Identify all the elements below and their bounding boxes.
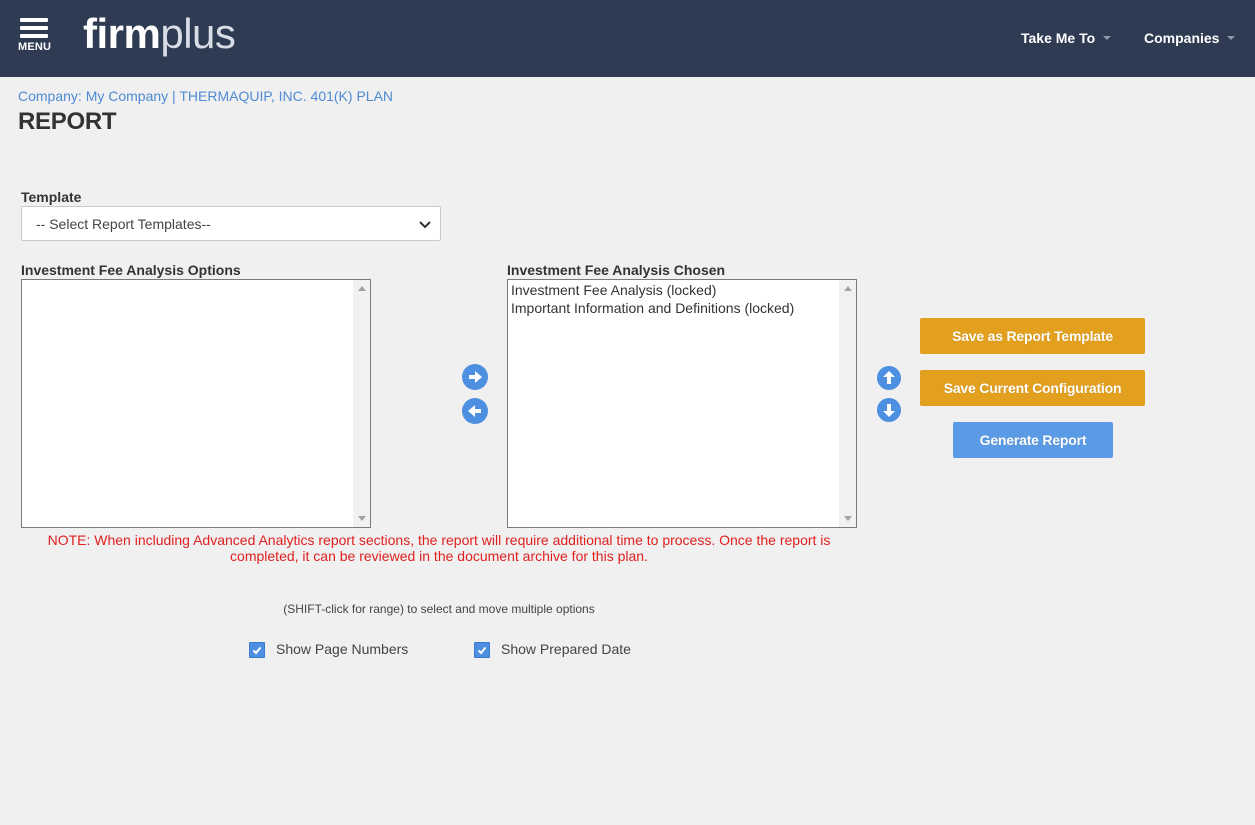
scroll-up-icon[interactable] (358, 286, 366, 291)
save-current-configuration-button[interactable]: Save Current Configuration (920, 370, 1145, 406)
generate-report-button[interactable]: Generate Report (953, 422, 1113, 458)
chosen-scrollbar[interactable] (839, 280, 856, 527)
chosen-listbox[interactable]: Investment Fee Analysis (locked) Importa… (507, 279, 857, 528)
logo-secondary: plus (160, 10, 236, 57)
move-right-button[interactable] (462, 364, 488, 390)
save-as-report-template-button[interactable]: Save as Report Template (920, 318, 1145, 354)
template-label: Template (21, 189, 82, 205)
options-scrollbar[interactable] (353, 280, 370, 527)
caret-down-icon (1227, 36, 1236, 41)
arrow-right-icon (469, 371, 482, 383)
list-item[interactable]: Important Information and Definitions (l… (509, 299, 794, 317)
template-select-value: -- Select Report Templates-- (36, 216, 211, 232)
scroll-down-icon[interactable] (358, 516, 366, 521)
arrow-up-icon (883, 371, 895, 384)
firmplus-logo[interactable]: firmplus (83, 8, 236, 60)
move-down-button[interactable] (877, 398, 901, 422)
chevron-down-icon (419, 221, 431, 229)
scroll-down-icon[interactable] (844, 516, 852, 521)
show-prepared-date-checkbox[interactable] (474, 642, 490, 658)
show-page-numbers-label[interactable]: Show Page Numbers (276, 641, 408, 657)
logo-primary: firm (83, 10, 161, 57)
page-title: REPORT (18, 108, 117, 135)
multi-select-hint: (SHIFT-click for range) to select and mo… (283, 602, 595, 616)
chosen-items: Investment Fee Analysis (locked) Importa… (509, 281, 794, 317)
show-page-numbers-checkbox[interactable] (249, 642, 265, 658)
checkmark-icon (252, 646, 262, 655)
move-up-button[interactable] (877, 366, 901, 390)
processing-note: NOTE: When including Advanced Analytics … (47, 532, 831, 564)
menu-button[interactable]: MENU (18, 16, 52, 56)
template-select[interactable]: -- Select Report Templates-- (21, 206, 441, 241)
arrow-down-icon (883, 404, 895, 417)
companies-dropdown[interactable]: Companies (1144, 30, 1236, 46)
top-navbar: MENU firmplus Take Me To Companies (0, 0, 1255, 77)
hamburger-icon (20, 18, 48, 22)
options-list-label: Investment Fee Analysis Options (21, 262, 241, 278)
menu-label: MENU (18, 41, 52, 53)
caret-down-icon (1103, 36, 1112, 41)
move-left-button[interactable] (462, 398, 488, 424)
breadcrumb[interactable]: Company: My Company | THERMAQUIP, INC. 4… (18, 88, 393, 104)
scroll-up-icon[interactable] (844, 286, 852, 291)
checkmark-icon (477, 646, 487, 655)
arrow-left-icon (468, 405, 481, 417)
list-item[interactable]: Investment Fee Analysis (locked) (509, 281, 794, 299)
show-prepared-date-label[interactable]: Show Prepared Date (501, 641, 631, 657)
companies-label: Companies (1144, 30, 1220, 46)
chosen-list-label: Investment Fee Analysis Chosen (507, 262, 726, 278)
take-me-to-dropdown[interactable]: Take Me To (1021, 30, 1112, 46)
take-me-to-label: Take Me To (1021, 30, 1096, 46)
options-listbox[interactable] (21, 279, 371, 528)
